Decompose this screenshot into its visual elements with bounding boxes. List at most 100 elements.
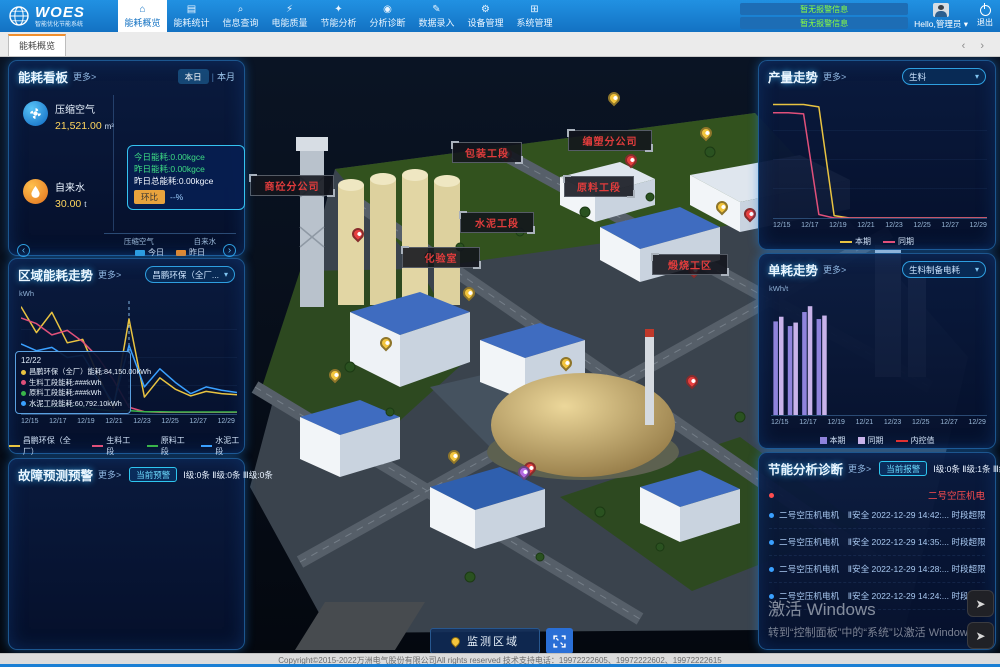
map-label-原料工段[interactable]: 原料工段 bbox=[564, 176, 634, 197]
map-label-商砼分公司[interactable]: 商砼分公司 bbox=[250, 175, 334, 196]
chevron-down-icon: ▾ bbox=[975, 265, 979, 274]
metric-value: 21,521.00 bbox=[55, 120, 102, 132]
carousel-prev-arrow[interactable]: ‹ bbox=[17, 244, 30, 257]
user-block[interactable]: Hello,管理员 ▾ bbox=[914, 3, 968, 30]
fullscreen-button[interactable] bbox=[546, 628, 573, 653]
legend-item[interactable]: 内控值 bbox=[896, 435, 935, 446]
legend-item[interactable]: 同期 bbox=[883, 236, 914, 247]
nav-item-3[interactable]: ⚡电能质量 bbox=[265, 0, 314, 32]
ratio-button[interactable]: 环比 bbox=[134, 190, 165, 204]
unit-selector-dropdown[interactable]: 生料制备电耗 ▾ bbox=[902, 261, 986, 278]
tab-today[interactable]: 本日 bbox=[178, 69, 209, 84]
warning-counts: Ⅰ级:0条 Ⅱ级:0条 Ⅲ级:0条 bbox=[183, 469, 273, 481]
divider bbox=[113, 95, 114, 231]
more-link[interactable]: 更多> bbox=[98, 468, 121, 481]
carousel-next-arrow[interactable]: › bbox=[223, 244, 236, 257]
user-greeting[interactable]: Hello,管理员 ▾ bbox=[914, 18, 968, 30]
alarm-list-item-2[interactable]: 二号空压机电机 Ⅱ安全 2022-12-29 14:28:... 时段超限-关.… bbox=[769, 556, 985, 583]
bar-12/16-同期 bbox=[793, 323, 798, 415]
legend-item[interactable]: 本期 bbox=[840, 236, 871, 247]
map-label-水泥工段[interactable]: 水泥工段 bbox=[460, 212, 534, 233]
map-label-编塑分公司[interactable]: 编塑分公司 bbox=[568, 130, 652, 151]
legend-item[interactable]: 本期 bbox=[820, 435, 846, 446]
floating-tool-button-2[interactable]: ➤ bbox=[967, 622, 994, 649]
ratio-value: --% bbox=[170, 192, 183, 202]
alarm-list-item-0[interactable]: 二号空压机电机 Ⅱ安全 2022-12-29 14:42:... 时段超限-关.… bbox=[769, 502, 985, 529]
alarm-text: 二号空压机电机 Ⅱ安全 2022-12-29 14:42:... 时段超限-关.… bbox=[779, 509, 985, 521]
x-axis-label: 12/27 bbox=[940, 419, 958, 426]
more-link[interactable]: 更多> bbox=[848, 462, 871, 475]
legend-item[interactable]: 同期 bbox=[858, 435, 884, 446]
nav-item-1[interactable]: ▤能耗统计 bbox=[167, 0, 216, 32]
y-axis-label: kWh/t bbox=[769, 284, 788, 293]
expand-arrows-icon bbox=[553, 635, 566, 648]
more-link[interactable]: 更多> bbox=[73, 70, 96, 83]
x-axis-line bbox=[104, 233, 236, 234]
x-axis-label: 12/23 bbox=[884, 419, 902, 426]
tab-month[interactable]: 本月 bbox=[217, 70, 235, 83]
tab-strip: 能耗概览 ‹ › bbox=[0, 32, 1000, 57]
series-dot bbox=[21, 370, 26, 375]
globe-icon bbox=[8, 5, 30, 27]
nav-item-4[interactable]: ✦节能分析 bbox=[314, 0, 363, 32]
more-link[interactable]: 更多> bbox=[823, 70, 846, 83]
x-axis-label: 12/23 bbox=[885, 222, 903, 229]
top-nav-bar: WOES 智能优化节能系统 ⌂能耗概览▤能耗统计⌕信息查询⚡电能质量✦节能分析◉… bbox=[0, 0, 1000, 32]
x-axis-label: 12/25 bbox=[912, 419, 930, 426]
legend-item[interactable]: 原料工段 bbox=[147, 435, 190, 457]
app-window: WOES 智能优化节能系统 ⌂能耗概览▤能耗统计⌕信息查询⚡电能质量✦节能分析◉… bbox=[0, 0, 1000, 667]
alarm-list-item-3[interactable]: 二号空压机电机 Ⅱ安全 2022-12-29 14:24:... 时段超限-关.… bbox=[769, 583, 985, 610]
current-warning-button[interactable]: 当前预警 bbox=[129, 467, 177, 482]
compressed-air-icon bbox=[23, 101, 48, 126]
alarm-banner-0[interactable]: 暂无报警信息 bbox=[740, 3, 908, 15]
alarm-text: 二号空压机电机 Ⅱ安全 2022-12-29 14:35:... 时段超限-关.… bbox=[779, 536, 985, 548]
legend-label: 昌鹏环保（全厂） bbox=[23, 435, 81, 457]
brand-logo: WOES 智能优化节能系统 bbox=[0, 0, 118, 32]
legend-item[interactable]: 生料工段 bbox=[92, 435, 135, 457]
bar-12/15-同期 bbox=[779, 317, 784, 415]
floating-tool-button-1[interactable]: ➤ bbox=[967, 590, 994, 617]
bar-12/16-本期 bbox=[788, 326, 793, 415]
nav-item-6[interactable]: ✎数据录入 bbox=[412, 0, 461, 32]
blue-dot bbox=[769, 540, 774, 545]
current-alarm-button[interactable]: 当前报警 bbox=[879, 461, 927, 476]
legend-item[interactable]: 昨日 bbox=[176, 247, 205, 258]
nav-item-0[interactable]: ⌂能耗概览 bbox=[118, 0, 167, 32]
map-label-煅烧工区[interactable]: 煅烧工区 bbox=[652, 254, 728, 275]
production-selector-dropdown[interactable]: 生料 ▾ bbox=[902, 68, 986, 85]
nav-item-7[interactable]: ⚙设备管理 bbox=[461, 0, 510, 32]
legend-label: 昨日 bbox=[189, 247, 205, 258]
x-axis-label: 12/19 bbox=[827, 419, 845, 426]
nav-item-label: 能耗统计 bbox=[173, 16, 209, 29]
x-axis-labels: 12/1512/1712/1912/2112/2312/2512/2712/29 bbox=[21, 418, 235, 425]
nav-item-2[interactable]: ⌕信息查询 bbox=[216, 0, 265, 32]
more-link[interactable]: 更多> bbox=[823, 263, 846, 276]
map-pin-icon bbox=[449, 635, 462, 648]
region-selector-dropdown[interactable]: 昌鹏环保（全厂... ▾ bbox=[145, 266, 235, 283]
alarm-banner-1[interactable]: 暂无报警信息 bbox=[740, 17, 908, 29]
chart-legend: 本期 同期 bbox=[759, 236, 995, 247]
production-line-chart[interactable] bbox=[773, 101, 987, 219]
map-label-化验室[interactable]: 化验室 bbox=[402, 247, 480, 268]
panel-production-trend: 产量走势 更多> 生料 ▾ 12/1512/1712/1912/2112/231… bbox=[758, 60, 996, 250]
more-link[interactable]: 更多> bbox=[98, 268, 121, 281]
nav-item-8[interactable]: ⊞系统管理 bbox=[510, 0, 559, 32]
monitor-area-button[interactable]: 监测区域 bbox=[430, 628, 540, 653]
x-axis-label: 12/23 bbox=[133, 418, 151, 425]
device-icon: ⚙ bbox=[481, 4, 490, 15]
logout-button[interactable]: 退出 bbox=[974, 5, 996, 28]
unit-bar-chart[interactable] bbox=[771, 298, 987, 416]
legend-item[interactable]: 昌鹏环保（全厂） bbox=[9, 435, 80, 457]
map-label-包装工段[interactable]: 包装工段 bbox=[452, 142, 522, 163]
user-avatar bbox=[933, 3, 949, 17]
legend-item[interactable]: 今日 bbox=[135, 247, 164, 258]
alarm-list-item-1[interactable]: 二号空压机电机 Ⅱ安全 2022-12-29 14:35:... 时段超限-关.… bbox=[769, 529, 985, 556]
tab-scroll-arrows[interactable]: ‹ › bbox=[962, 40, 1000, 52]
x-axis-label: 12/21 bbox=[105, 418, 123, 425]
panel-title: 产量走势 bbox=[768, 67, 818, 86]
legend-item[interactable]: 水泥工段 bbox=[201, 435, 244, 457]
tab-energy-overview[interactable]: 能耗概览 bbox=[8, 34, 66, 56]
legend-swatch bbox=[896, 440, 908, 442]
nav-item-5[interactable]: ◉分析诊断 bbox=[363, 0, 412, 32]
selector-value: 昌鹏环保（全厂... bbox=[152, 269, 219, 281]
